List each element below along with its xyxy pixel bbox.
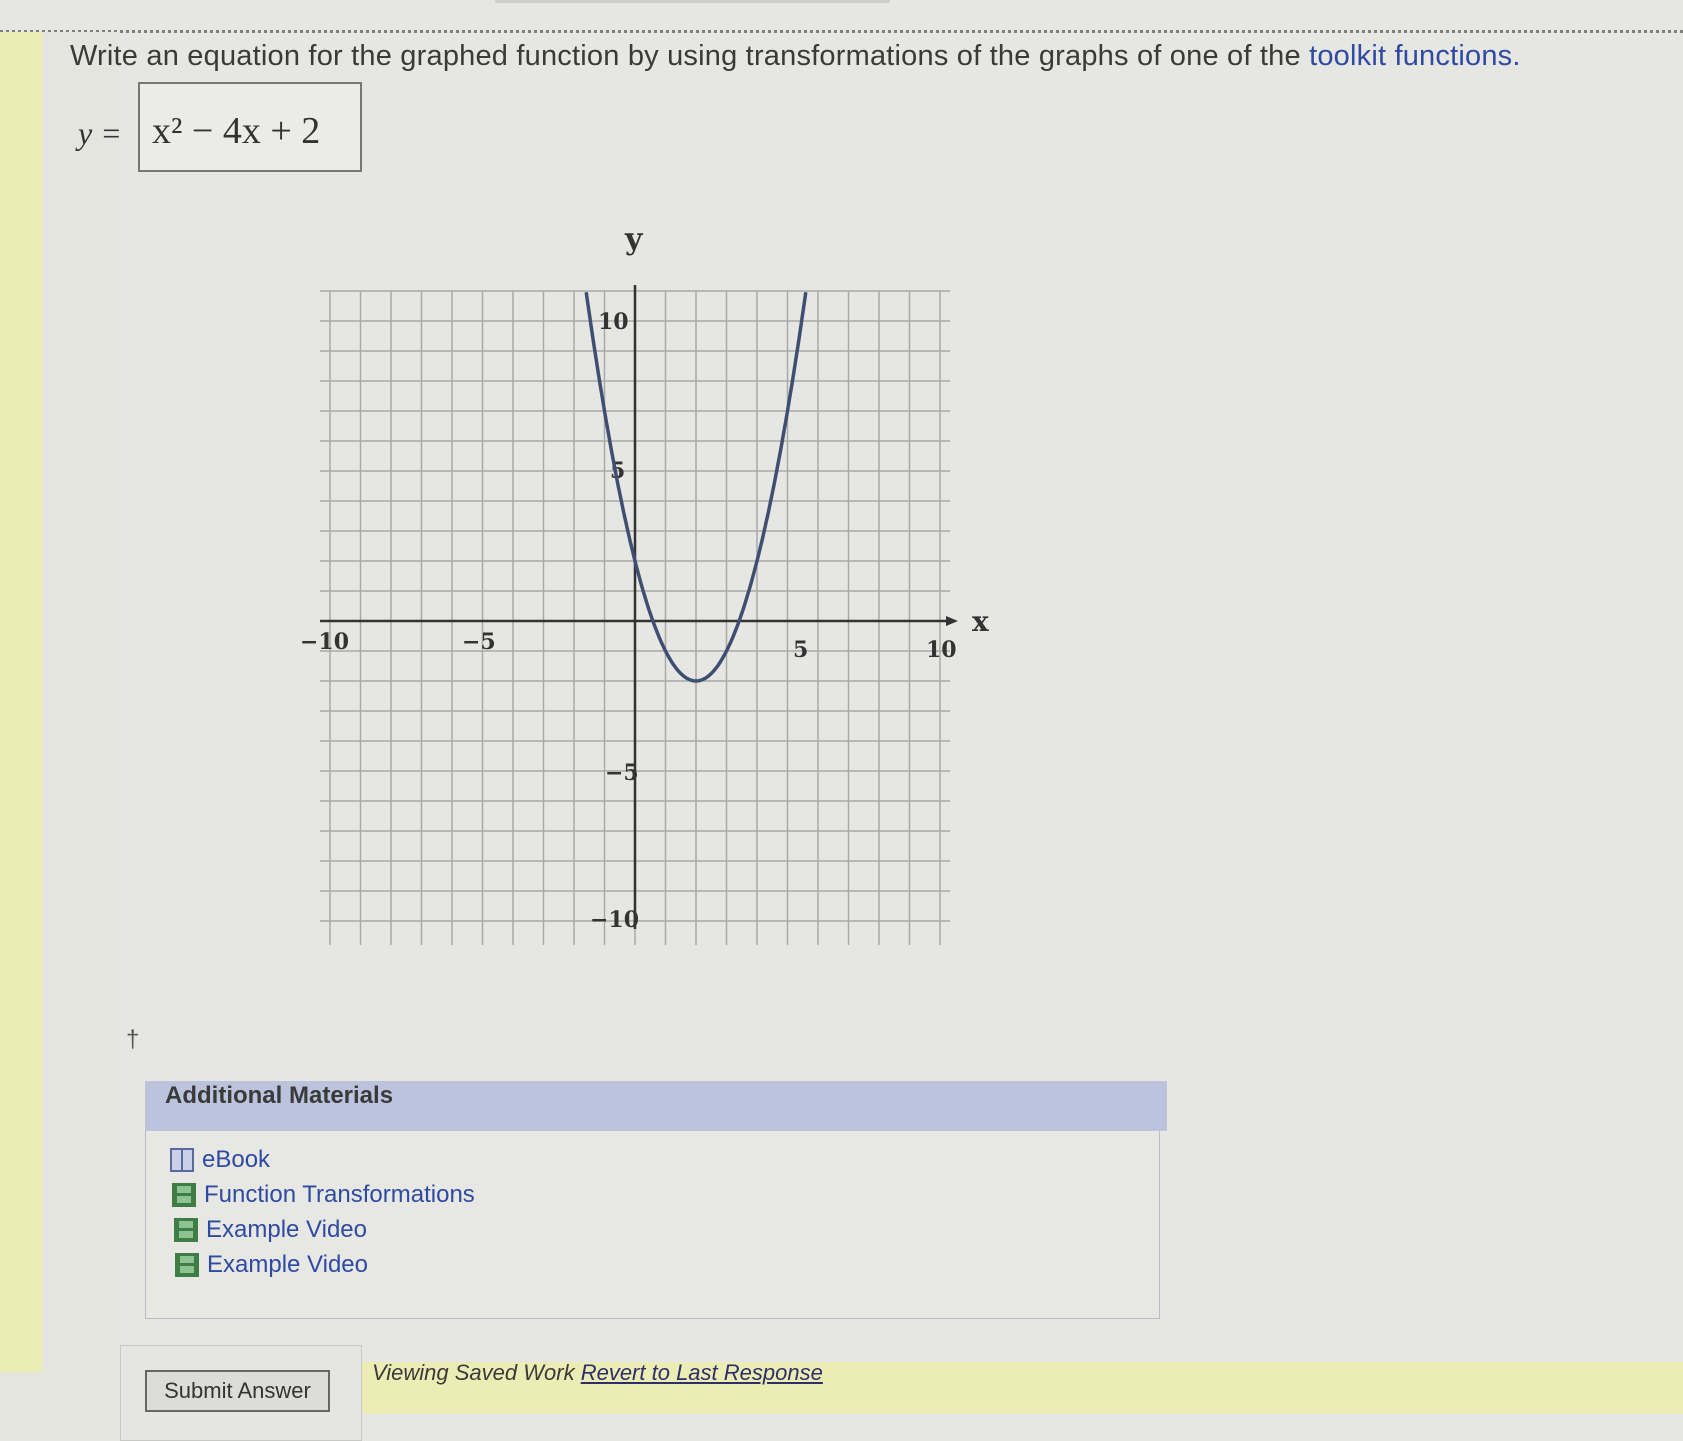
film-icon [174,1218,198,1242]
question-separator [0,30,1683,33]
answer-input[interactable]: x² − 4x + 2 [138,82,362,172]
top-toolbar-edge [495,0,890,3]
question-prompt: Write an equation for the graphed functi… [70,40,1521,73]
example-video-link[interactable]: Example Video [174,1216,367,1244]
x-axis-label: x [972,605,989,638]
bottom-margin [0,1372,120,1439]
x-axis [320,616,958,626]
answer-value: x² − 4x + 2 [152,110,321,152]
example-video-label: Example Video [206,1216,367,1243]
x-tick-label: 5 [793,637,808,663]
y-tick-label: −10 [590,907,639,933]
question-status-bar [0,32,42,1372]
equation-prefix: y = [78,115,122,151]
y-axis-label: y [624,225,644,257]
function-transformations-label: Function Transformations [204,1181,475,1208]
example-video-label: Example Video [207,1251,368,1278]
revert-to-last-response-link[interactable]: Revert to Last Response [581,1360,823,1385]
film-icon [172,1183,196,1207]
question-margin [42,32,120,1372]
example-video-link[interactable]: Example Video [175,1251,368,1279]
y-tick-label: 10 [598,309,629,335]
function-transformations-link[interactable]: Function Transformations [172,1181,475,1209]
saved-work-status: Viewing Saved Work Revert to Last Respon… [372,1360,823,1386]
book-icon [170,1148,194,1172]
x-tick-label: −5 [462,629,496,655]
ebook-label: eBook [202,1146,271,1173]
dagger-mark: † [126,1026,140,1053]
toolkit-functions-link[interactable]: toolkit functions. [1309,40,1521,72]
saved-work-text: Viewing Saved Work [372,1360,575,1385]
x-tick-label: 10 [926,637,957,663]
question-text: Write an equation for the graphed functi… [70,40,1301,72]
y-tick-label: −5 [605,760,639,786]
submit-answer-button[interactable]: Submit Answer [145,1370,330,1412]
function-graph: y x −10 −5 5 10 10 5 −5 −10 [300,225,989,945]
ebook-link[interactable]: eBook [170,1146,270,1174]
x-tick-label: −10 [300,629,349,655]
film-icon [175,1253,199,1277]
additional-materials-title: Additional Materials [165,1082,394,1109]
